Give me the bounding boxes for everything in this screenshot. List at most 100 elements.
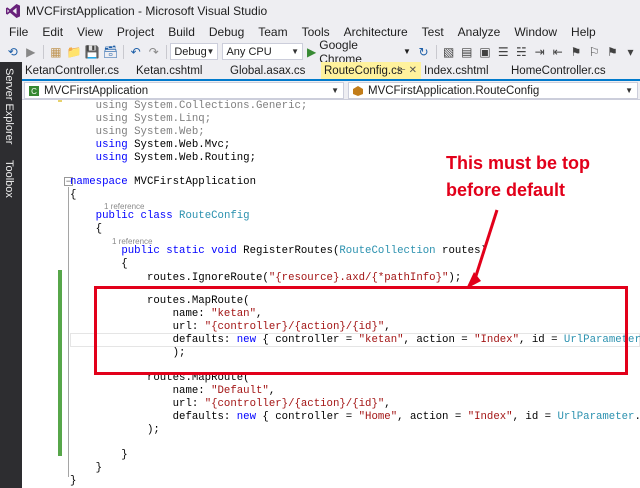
solution-configuration-dropdown[interactable]: Debug ▼ bbox=[170, 43, 219, 60]
toolbar-separator bbox=[123, 44, 125, 59]
uncomment-icon[interactable]: ☵ bbox=[513, 43, 530, 61]
code-line: } bbox=[70, 475, 77, 487]
toolbar-separator bbox=[436, 44, 438, 59]
code-line: using System.Linq; bbox=[95, 113, 212, 125]
new-project-icon[interactable]: ▦ bbox=[47, 43, 64, 61]
annotation-line: This must be top bbox=[446, 153, 590, 173]
comment-icon[interactable]: ☰ bbox=[495, 43, 512, 61]
tab-global-asax[interactable]: Global.asax.cs bbox=[227, 62, 321, 79]
code-line: { bbox=[70, 189, 77, 201]
forward-navigate-icon[interactable]: ▶ bbox=[22, 43, 39, 61]
toolbar-separator bbox=[43, 44, 45, 59]
code-line: using System.Collections.Generic; bbox=[95, 100, 308, 112]
find-in-files-icon[interactable]: ▤ bbox=[458, 43, 475, 61]
tab-label: Global.asax.cs bbox=[230, 64, 306, 77]
toggle-bookmark-icon[interactable]: ⚑ bbox=[567, 43, 584, 61]
code-line: name: "Default", bbox=[70, 385, 276, 397]
tab-label: RouteConfig.cs bbox=[324, 64, 403, 77]
code-line: ); bbox=[70, 424, 160, 436]
project-name: MVCFirstApplication bbox=[44, 84, 149, 97]
document-tab-strip: KetanController.cs Ketan.cshtml Global.a… bbox=[22, 62, 640, 81]
tab-label: HomeController.cs bbox=[511, 64, 606, 77]
close-icon[interactable]: ✕ bbox=[409, 65, 417, 76]
tab-label: KetanController.cs bbox=[25, 64, 119, 77]
menu-view[interactable]: View bbox=[70, 25, 110, 39]
code-line: using System.Web.Routing; bbox=[95, 152, 256, 164]
change-margin-saved bbox=[58, 270, 62, 456]
toolbar-separator bbox=[166, 44, 168, 59]
menu-test[interactable]: Test bbox=[415, 25, 451, 39]
indent-icon[interactable]: ⇥ bbox=[531, 43, 548, 61]
tab-label: Index.cshtml bbox=[424, 64, 489, 77]
code-line: public static void RegisterRoutes(RouteC… bbox=[121, 245, 487, 257]
solution-configuration-value: Debug bbox=[174, 45, 207, 58]
server-explorer-tab[interactable]: Server Explorer bbox=[3, 68, 15, 144]
csharp-project-icon: C bbox=[29, 85, 39, 96]
menu-team[interactable]: Team bbox=[251, 25, 294, 39]
next-bookmark-icon[interactable]: ⚑ bbox=[604, 43, 621, 61]
solution-platform-dropdown[interactable]: Any CPU ▼ bbox=[222, 43, 303, 60]
back-navigate-icon[interactable]: ⟲ bbox=[4, 43, 21, 61]
refresh-browser-icon[interactable]: ↻ bbox=[415, 43, 432, 61]
open-folder-icon[interactable]: 📁 bbox=[66, 43, 83, 61]
class-dropdown[interactable]: MVCFirstApplication.RouteConfig ▼ bbox=[348, 82, 638, 99]
title-bar: MVCFirstApplication - Microsoft Visual S… bbox=[0, 0, 640, 22]
tab-label: Ketan.cshtml bbox=[136, 64, 203, 77]
menu-edit[interactable]: Edit bbox=[35, 25, 70, 39]
code-line: } bbox=[70, 449, 128, 461]
menu-debug[interactable]: Debug bbox=[202, 25, 251, 39]
save-all-icon[interactable]: 🗃 bbox=[102, 43, 119, 61]
toolbox-tab[interactable]: Toolbox bbox=[3, 160, 15, 198]
menu-file[interactable]: File bbox=[2, 25, 35, 39]
tab-homecontroller[interactable]: HomeController.cs bbox=[508, 62, 633, 79]
code-line: } bbox=[70, 462, 103, 474]
menu-help[interactable]: Help bbox=[564, 25, 603, 39]
menu-project[interactable]: Project bbox=[110, 25, 161, 39]
visual-studio-logo-icon bbox=[6, 4, 20, 18]
previous-bookmark-icon[interactable]: ⚐ bbox=[586, 43, 603, 61]
code-line: defaults: new { controller = "Home", act… bbox=[70, 411, 640, 423]
code-line: { bbox=[70, 258, 128, 270]
annotation-text: This must be top before default bbox=[446, 150, 590, 204]
chevron-down-icon: ▼ bbox=[331, 86, 339, 95]
tab-routeconfig[interactable]: RouteConfig.cs ⊢ ✕ bbox=[321, 62, 421, 79]
change-margin-saved bbox=[58, 100, 62, 102]
outline-line bbox=[68, 187, 69, 477]
browser-link-icon[interactable]: ▧ bbox=[440, 43, 457, 61]
code-line: namespace MVCFirstApplication bbox=[70, 176, 256, 188]
class-name: MVCFirstApplication.RouteConfig bbox=[368, 84, 540, 97]
save-icon[interactable]: 💾 bbox=[84, 43, 101, 61]
editor-navigation-bar: C MVCFirstApplication ▼ MVCFirstApplicat… bbox=[22, 81, 640, 100]
code-line: using System.Web.Mvc; bbox=[95, 139, 231, 151]
class-icon bbox=[353, 85, 363, 96]
svg-text:C: C bbox=[31, 87, 37, 96]
toolbar-overflow-icon[interactable]: ▾ bbox=[622, 43, 639, 61]
pin-icon[interactable]: ⊢ bbox=[397, 65, 406, 76]
outdent-icon[interactable]: ⇤ bbox=[549, 43, 566, 61]
tab-ketan-cshtml[interactable]: Ketan.cshtml bbox=[133, 62, 219, 79]
code-line: { bbox=[70, 223, 103, 235]
code-line: using System.Web; bbox=[95, 126, 205, 138]
menu-build[interactable]: Build bbox=[161, 25, 202, 39]
tab-index-cshtml[interactable]: Index.cshtml bbox=[421, 62, 505, 79]
code-line: routes.IgnoreRoute("{resource}.axd/{*pat… bbox=[70, 272, 462, 284]
side-tool-strip: Server Explorer Toolbox bbox=[0, 62, 22, 488]
chevron-down-icon: ▼ bbox=[206, 47, 215, 56]
project-dropdown[interactable]: C MVCFirstApplication ▼ bbox=[24, 82, 344, 99]
bookmark-icon[interactable]: ▣ bbox=[476, 43, 493, 61]
menu-analyze[interactable]: Analyze bbox=[451, 25, 508, 39]
menu-architecture[interactable]: Architecture bbox=[337, 25, 415, 39]
redo-icon[interactable]: ↷ bbox=[145, 43, 162, 61]
undo-icon[interactable]: ↶ bbox=[127, 43, 144, 61]
code-line: url: "{controller}/{action}/{id}", bbox=[70, 398, 391, 410]
menu-window[interactable]: Window bbox=[507, 25, 564, 39]
annotation-line: before default bbox=[446, 180, 566, 200]
play-icon: ▶ bbox=[307, 44, 317, 59]
chevron-down-icon: ▼ bbox=[403, 47, 411, 56]
solution-platform-value: Any CPU bbox=[226, 45, 272, 58]
menu-tools[interactable]: Tools bbox=[295, 25, 337, 39]
window-title: MVCFirstApplication - Microsoft Visual S… bbox=[26, 4, 268, 18]
code-line: public class RouteConfig bbox=[95, 210, 250, 222]
tab-ketancontroller[interactable]: KetanController.cs bbox=[22, 62, 126, 79]
chevron-down-icon: ▼ bbox=[291, 47, 299, 56]
